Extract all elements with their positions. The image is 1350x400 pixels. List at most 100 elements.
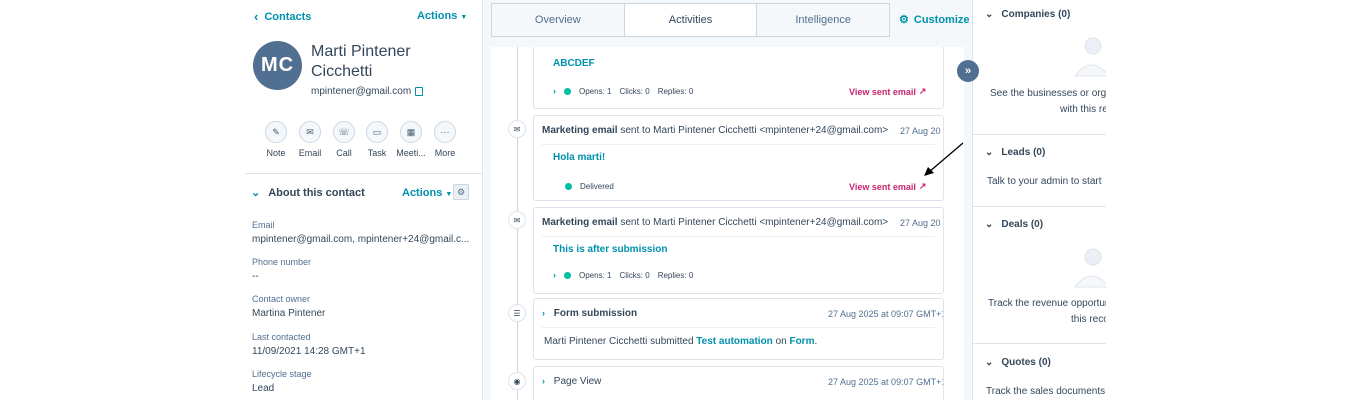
customize-button[interactable]: ⚙ Customize — [899, 13, 970, 27]
contact-name: Marti Pintener Cicchetti — [311, 43, 411, 80]
expand-sidebar-button[interactable]: » — [957, 60, 979, 82]
property-email[interactable]: Email mpintener@gmail.com, mpintener+24@… — [252, 220, 478, 245]
associations-sidebar: ⌄ Companies (0) See the businesses or or… — [972, 0, 1106, 400]
email-action[interactable]: ✉ Email — [292, 121, 328, 158]
external-link-icon: ↗ — [918, 86, 927, 96]
view-sent-email-link[interactable]: View sent email ↗ — [849, 86, 926, 97]
actions-dropdown[interactable]: Actions ▼ — [417, 10, 467, 22]
form-icon: ☰ — [508, 304, 526, 322]
divider — [542, 327, 935, 328]
companies-empty-text: See the businesses or orga — [990, 88, 1106, 99]
property-phone[interactable]: Phone number -- — [252, 257, 478, 282]
status-dot — [565, 183, 572, 190]
empty-state-illustration — [1074, 37, 1106, 77]
caret-down-icon: ▼ — [460, 14, 468, 21]
divider — [245, 173, 483, 174]
copy-icon[interactable] — [415, 87, 424, 96]
chevron-right-icon: › — [542, 376, 545, 386]
caret-down-icon: ▼ — [445, 191, 453, 198]
activity-date: 27 Aug 2025 at 09:07 GMT+1 — [828, 377, 944, 387]
activity-card-email-open[interactable]: ABCDEF › Opens: 1 Clicks: 0 Replies: 0 V… — [533, 47, 944, 109]
companies-section-toggle[interactable]: ⌄ Companies (0) — [985, 9, 1070, 20]
chevron-down-icon: ⌄ — [985, 9, 994, 20]
activity-header: Marketing email sent to Marti Pintener C… — [542, 217, 889, 228]
divider — [542, 236, 935, 237]
about-actions-dropdown[interactable]: Actions ▼ — [402, 187, 452, 199]
activity-panel: Overview Activities Intelligence ⚙ Custo… — [484, 0, 972, 400]
activity-timeline: ABCDEF › Opens: 1 Clicks: 0 Replies: 0 V… — [491, 47, 964, 400]
companies-empty-text: with this re — [1060, 104, 1106, 115]
chevron-down-icon: ⌄ — [251, 187, 261, 199]
email-subject-link[interactable]: This is after submission — [553, 244, 667, 255]
status-dot — [564, 271, 571, 279]
avatar: MC — [253, 41, 302, 90]
note-action[interactable]: ✎ Note — [258, 121, 294, 158]
tab-overview[interactable]: Overview — [492, 4, 625, 36]
deals-empty-text: Track the revenue opportun — [988, 298, 1106, 309]
property-owner[interactable]: Contact owner Martina Pintener — [252, 294, 478, 319]
email-icon: ✉ — [508, 120, 526, 138]
tab-activities[interactable]: Activities — [624, 4, 758, 36]
divider — [973, 343, 1106, 344]
about-section-toggle[interactable]: ⌄ About this contact — [251, 186, 365, 200]
deals-section-toggle[interactable]: ⌄ Deals (0) — [985, 219, 1043, 230]
quotes-section-toggle[interactable]: ⌄ Quotes (0) — [985, 357, 1051, 368]
tab-intelligence[interactable]: Intelligence — [757, 4, 889, 36]
chevron-down-icon: ⌄ — [985, 147, 994, 158]
double-chevron-right-icon: » — [964, 65, 972, 77]
activity-date: 27 Aug 2025 at 09:07 GMT+1 — [828, 309, 944, 319]
email-icon: ✉ — [508, 211, 526, 229]
back-to-contacts-link[interactable]: ‹ Contacts — [254, 9, 311, 24]
leads-section-toggle[interactable]: ⌄ Leads (0) — [985, 147, 1045, 158]
gear-icon: ⚙ — [899, 14, 909, 26]
email-subject-link[interactable]: Hola marti! — [553, 152, 605, 163]
contact-email: mpintener@gmail.com — [311, 86, 424, 97]
activity-card-page-view[interactable]: › Page View 27 Aug 2025 at 09:07 GMT+1 — [533, 366, 944, 400]
form-link[interactable]: Form — [789, 336, 814, 347]
chevron-right-icon: › — [542, 308, 545, 318]
activity-header[interactable]: › Page View — [542, 376, 601, 387]
call-action[interactable]: ☏ Call — [326, 121, 362, 158]
task-icon: ▭ — [366, 121, 388, 143]
more-icon: ··· — [434, 121, 456, 143]
empty-state-illustration — [1074, 248, 1106, 288]
contact-sidebar: ‹ Contacts Actions ▼ MC Marti Pintener C… — [245, 0, 483, 400]
phone-icon: ☏ — [333, 121, 355, 143]
email-subject-link[interactable]: ABCDEF — [553, 58, 595, 69]
activity-card-form-submission[interactable]: › Form submission 27 Aug 2025 at 09:07 G… — [533, 298, 944, 360]
eye-icon: ◉ — [508, 372, 526, 390]
tab-bar: Overview Activities Intelligence — [491, 3, 890, 37]
property-lifecycle[interactable]: Lifecycle stage Lead — [252, 369, 478, 394]
chevron-left-icon: ‹ — [254, 9, 259, 24]
task-action[interactable]: ▭ Task — [359, 121, 395, 158]
chevron-right-icon[interactable]: › — [553, 270, 556, 280]
external-link-icon: ↗ — [918, 181, 927, 191]
view-sent-email-link[interactable]: View sent email ↗ — [849, 181, 926, 192]
email-icon: ✉ — [299, 121, 321, 143]
divider — [542, 144, 935, 145]
status-dot — [564, 87, 571, 95]
annotation-arrow — [924, 142, 964, 176]
email-stats: › Opens: 1 Clicks: 0 Replies: 0 — [553, 270, 694, 280]
email-stats: › Opens: 1 Clicks: 0 Replies: 0 — [553, 86, 694, 96]
meeting-action[interactable]: ▦ Meeti... — [393, 121, 429, 158]
email-status: Delivered — [553, 182, 614, 191]
calendar-icon: ▦ — [400, 121, 422, 143]
chevron-down-icon: ⌄ — [985, 219, 994, 230]
activity-card-marketing-email[interactable]: Marketing email sent to Marti Pintener C… — [533, 115, 944, 201]
gear-icon[interactable]: ⚙ — [453, 184, 469, 200]
activity-card-marketing-email[interactable]: Marketing email sent to Marti Pintener C… — [533, 207, 944, 294]
deals-empty-text: this reco — [1071, 314, 1106, 325]
activity-header[interactable]: › Form submission — [542, 308, 637, 319]
property-last-contacted[interactable]: Last contacted 11/09/2021 14:28 GMT+1 — [252, 332, 478, 357]
activity-date: 27 Aug 20 — [900, 218, 941, 228]
form-submission-body: Marti Pintener Cicchetti submitted Test … — [544, 336, 818, 347]
form-name-link[interactable]: Test automation — [696, 336, 772, 347]
divider — [973, 134, 1106, 135]
note-icon: ✎ — [265, 121, 287, 143]
leads-empty-text: Talk to your admin to start — [987, 176, 1102, 187]
more-action[interactable]: ··· More — [427, 121, 463, 158]
chevron-right-icon[interactable]: › — [553, 86, 556, 96]
divider — [973, 206, 1106, 207]
activity-header: Marketing email sent to Marti Pintener C… — [542, 125, 889, 136]
